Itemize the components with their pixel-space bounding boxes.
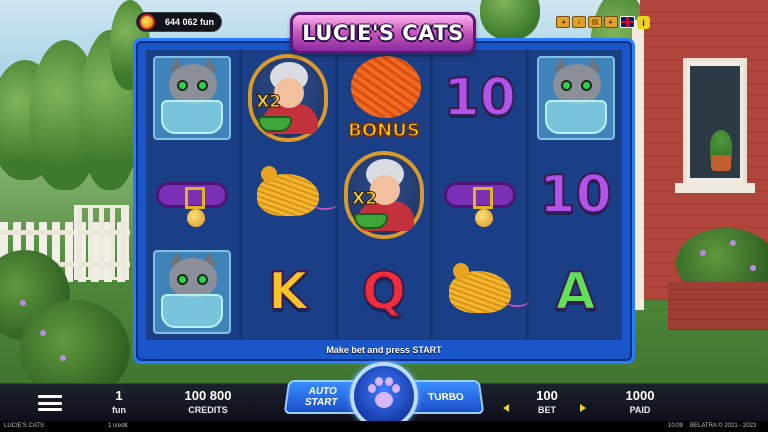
paid-value: 1000 [625, 388, 655, 403]
bet-decrease-icon[interactable] [503, 404, 509, 412]
paid-label: PAID [629, 405, 651, 415]
hud-icon-group: ◂ ♪ ▤ ▸ i [556, 16, 650, 29]
balance-display: 644 062 fun [136, 12, 222, 32]
symbol-k: K [267, 261, 309, 323]
reel-grid: X2 K BONUS X2 Q 10 10 A [146, 50, 622, 340]
footer-time: 10:09 [668, 423, 684, 429]
footer-game-name: LUCIE'S CATS [4, 423, 45, 429]
reel-4: 10 [433, 50, 529, 340]
paw-icon [364, 376, 404, 416]
yarn-ball-icon [350, 56, 421, 118]
reel-2: X2 K [241, 50, 338, 340]
symbol-cat-in-bowl [146, 243, 239, 340]
symbol-ten: 10 [443, 67, 517, 129]
footer-bar: LUCIE'S CATS 1 credit 10:09 BELATRA © 20… [0, 421, 768, 432]
symbol-granny-x2: X2 [242, 50, 335, 147]
settings-icon[interactable]: ◂ [556, 16, 570, 28]
reel-1 [146, 50, 239, 340]
bet-value: 100 [536, 388, 558, 403]
denomination-value: 1 [115, 388, 123, 403]
denomination-display[interactable]: 1 fun [100, 388, 138, 415]
garden-gate [74, 205, 129, 280]
footer-copyright: BELATRA © 2021 - 2023 [690, 423, 757, 429]
reel-3: BONUS X2 Q [337, 50, 431, 340]
symbol-a: A [554, 261, 596, 323]
uk-flag-icon[interactable] [620, 16, 635, 28]
symbol-mouse [433, 243, 529, 340]
symbol-ten: 10 [538, 164, 612, 226]
multiplier-label: X2 [351, 188, 377, 209]
game-logo-text: LUCIE'S CATS [302, 21, 464, 45]
brick-planter [668, 282, 768, 330]
symbol-collar [146, 147, 239, 244]
paytable-icon[interactable]: ▤ [588, 16, 602, 28]
symbol-collar [433, 147, 526, 244]
symbol-mouse [242, 147, 338, 244]
bet-display: 100 BET [520, 388, 574, 415]
multiplier-label: X2 [256, 92, 282, 113]
reel-5: 10 A [529, 50, 622, 340]
symbol-q: Q [361, 261, 407, 323]
symbol-cat-in-bowl [529, 50, 622, 147]
credits-display: 100 800 CREDITS [170, 388, 246, 415]
paid-display: 1000 PAID [610, 388, 670, 415]
coin-icon [139, 14, 155, 30]
game-logo: LUCIE'S CATS [290, 12, 476, 54]
bet-label: BET [538, 405, 556, 415]
credits-label: CREDITS [188, 405, 228, 415]
turbo-button[interactable]: TURBO [407, 380, 485, 414]
info-icon[interactable]: i [637, 16, 650, 29]
denomination-label: fun [112, 405, 126, 415]
bet-increase-icon[interactable] [580, 404, 586, 412]
history-icon[interactable]: ▸ [604, 16, 618, 28]
start-spin-button[interactable] [350, 362, 418, 430]
menu-icon[interactable] [38, 395, 62, 411]
sound-icon[interactable]: ♪ [572, 16, 586, 28]
symbol-granny-x2: X2 [338, 147, 431, 244]
symbol-cat-in-bowl [146, 50, 239, 147]
bonus-label: BONUS [347, 119, 420, 142]
footer-credit-text: 1 credit [108, 423, 128, 429]
balance-text: 644 062 fun [165, 17, 215, 27]
credits-value: 100 800 [184, 388, 232, 403]
symbol-yarn-bonus: BONUS [338, 50, 431, 147]
status-prompt: Make bet and press START [326, 345, 442, 355]
auto-start-button[interactable]: AUTO START [283, 380, 361, 414]
